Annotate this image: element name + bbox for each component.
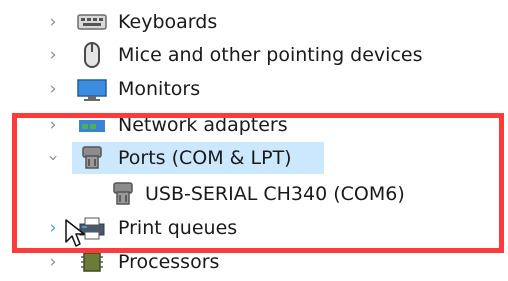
chevron-right-icon[interactable]: ›	[46, 12, 60, 32]
tree-item-label: Keyboards	[118, 11, 218, 33]
tree-item-mice[interactable]: › Mice and other pointing devices	[0, 38, 508, 72]
tree-item-label: Mice and other pointing devices	[118, 44, 423, 66]
chevron-right-icon[interactable]: ›	[46, 79, 60, 99]
keyboard-icon	[77, 9, 107, 35]
mouse-cursor-icon	[64, 218, 86, 248]
chevron-right-icon[interactable]: ›	[46, 252, 60, 272]
tree-item-label: Monitors	[118, 78, 201, 100]
tree-item-monitors[interactable]: › Monitors	[0, 72, 508, 106]
tree-item-keyboards[interactable]: › Keyboards	[0, 5, 508, 39]
chevron-right-icon[interactable]: ›	[46, 45, 60, 65]
mouse-icon	[77, 42, 107, 68]
monitor-icon	[77, 76, 107, 102]
